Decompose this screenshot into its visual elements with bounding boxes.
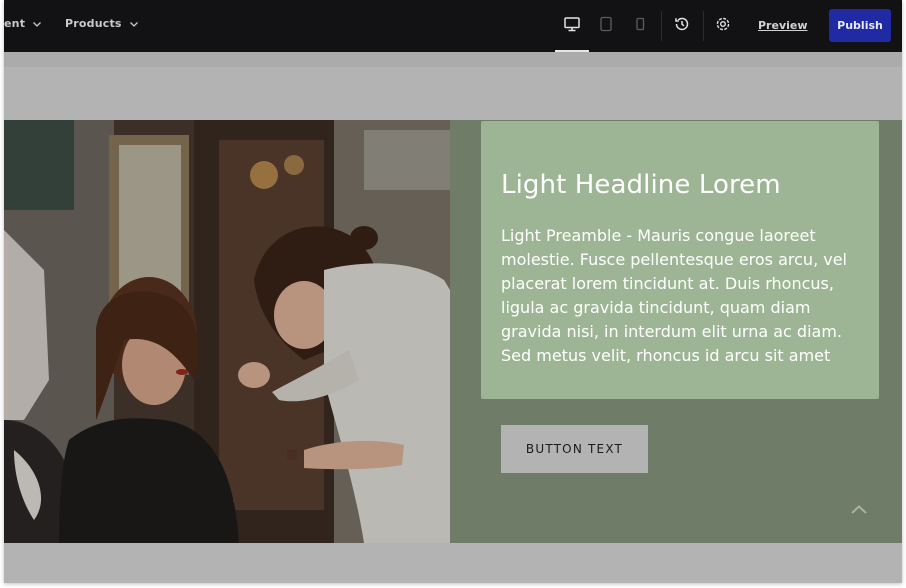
chevron-down-icon: [32, 19, 42, 32]
mobile-view-button[interactable]: [627, 13, 653, 39]
mobile-icon: [632, 16, 648, 36]
canvas-top-strip: [4, 52, 902, 67]
hero-cta-button[interactable]: BUTTON TEXT: [501, 425, 648, 473]
nav-item-products[interactable]: Products: [65, 17, 139, 32]
header-section-placeholder[interactable]: [4, 67, 902, 120]
settings-button[interactable]: [710, 13, 736, 39]
chevron-up-icon: [849, 500, 869, 524]
tablet-icon: [598, 16, 614, 36]
nav-item-label: ent: [4, 17, 26, 30]
desktop-icon: [563, 15, 581, 37]
editor-toolbar: ent Products Preview Publish: [4, 0, 902, 52]
toolbar-divider: [661, 11, 662, 41]
history-icon: [673, 15, 691, 37]
chevron-down-icon: [129, 19, 139, 32]
canvas-bottom-strip: [4, 543, 902, 583]
nav-item-label: Products: [65, 17, 122, 30]
editor-window: ent Products Preview Publish Light Headl…: [4, 0, 902, 583]
toolbar-divider: [703, 11, 704, 41]
desktop-view-button[interactable]: [559, 13, 585, 39]
scroll-to-top-button[interactable]: [847, 500, 871, 524]
tablet-view-button[interactable]: [593, 13, 619, 39]
nav-item-partial[interactable]: ent: [4, 17, 42, 32]
hero-content-panel: Light Headline Lorem Light Preamble - Ma…: [450, 120, 902, 543]
hero-section[interactable]: Light Headline Lorem Light Preamble - Ma…: [4, 120, 902, 543]
publish-button[interactable]: Publish: [829, 9, 891, 42]
gear-icon: [714, 15, 732, 37]
hero-headline[interactable]: Light Headline Lorem: [501, 170, 781, 200]
preview-link[interactable]: Preview: [758, 19, 808, 32]
hero-image[interactable]: [4, 120, 450, 543]
history-button[interactable]: [669, 13, 695, 39]
salon-photo-illustration: [4, 120, 450, 543]
hero-preamble[interactable]: Light Preamble - Mauris congue laoreet m…: [501, 224, 863, 368]
hero-text-card[interactable]: Light Headline Lorem Light Preamble - Ma…: [481, 121, 879, 399]
